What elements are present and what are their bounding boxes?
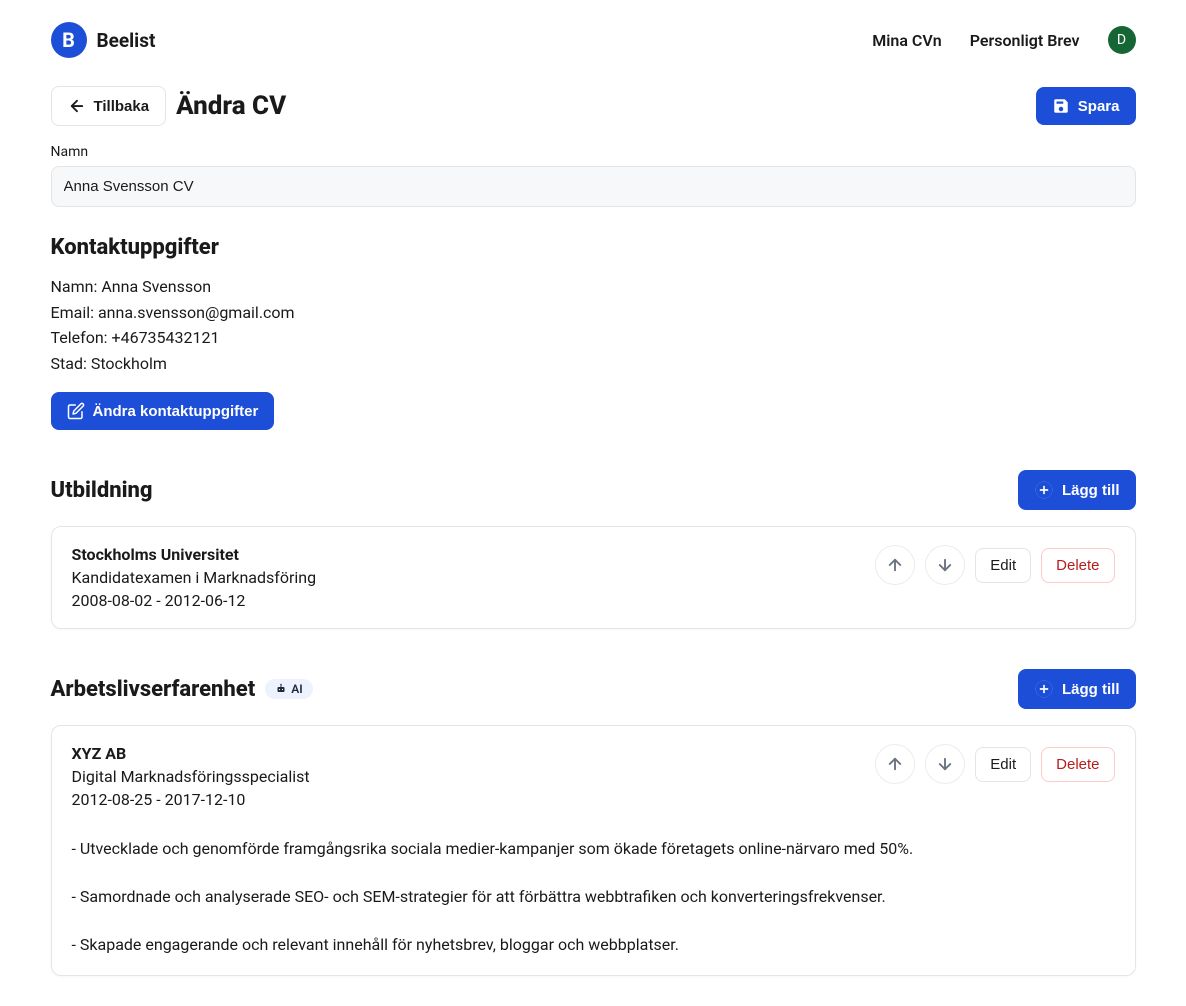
name-field-label: Namn bbox=[51, 144, 1136, 160]
ai-badge-label: AI bbox=[291, 682, 302, 696]
contact-phone-value: +46735432121 bbox=[112, 328, 220, 347]
edit-contact-label: Ändra kontaktuppgifter bbox=[93, 403, 259, 420]
experience-card-actions: Edit Delete bbox=[875, 744, 1114, 784]
add-education-label: Lägg till bbox=[1062, 482, 1120, 499]
navbar: B Beelist Mina CVn Personligt Brev D bbox=[51, 10, 1136, 86]
add-experience-label: Lägg till bbox=[1062, 681, 1120, 698]
education-school: Stockholms Universitet bbox=[72, 545, 876, 564]
experience-company: XYZ AB bbox=[72, 744, 876, 763]
name-input[interactable] bbox=[51, 166, 1136, 207]
education-card: Stockholms Universitet Kandidatexamen i … bbox=[51, 526, 1136, 629]
arrow-left-icon bbox=[68, 97, 86, 115]
experience-bullet: - Samordnade och analyserade SEO- och SE… bbox=[72, 885, 914, 909]
experience-move-up-button[interactable] bbox=[875, 744, 915, 784]
experience-role: Digital Marknadsföringsspecialist bbox=[72, 767, 876, 786]
education-edit-button[interactable]: Edit bbox=[975, 548, 1031, 583]
education-dates: 2008-08-02 - 2012-06-12 bbox=[72, 591, 876, 610]
experience-body: - Utvecklade och genomförde framgångsrik… bbox=[72, 837, 914, 957]
edit-contact-button[interactable]: Ändra kontaktuppgifter bbox=[51, 392, 275, 430]
contact-city-label: Stad: bbox=[51, 354, 87, 373]
contact-email-value: anna.svensson@gmail.com bbox=[98, 303, 295, 322]
contact-phone: Telefon: +46735432121 bbox=[51, 325, 1136, 351]
name-field-wrap: Namn bbox=[51, 144, 1136, 207]
experience-card-content: XYZ AB Digital Marknadsföringsspecialist… bbox=[72, 744, 876, 809]
experience-header: Arbetslivserfarenhet AI Lägg till bbox=[51, 669, 1136, 709]
contact-details: Namn: Anna Svensson Email: anna.svensson… bbox=[51, 274, 1136, 376]
add-education-button[interactable]: Lägg till bbox=[1018, 470, 1136, 510]
experience-delete-button[interactable]: Delete bbox=[1041, 747, 1114, 782]
nav-right: Mina CVn Personligt Brev D bbox=[872, 26, 1135, 54]
save-button-label: Spara bbox=[1078, 98, 1120, 115]
education-move-down-button[interactable] bbox=[925, 545, 965, 585]
contact-city-value: Stockholm bbox=[91, 354, 167, 373]
experience-dates: 2012-08-25 - 2017-12-10 bbox=[72, 790, 876, 809]
arrow-down-icon bbox=[936, 556, 954, 574]
back-button[interactable]: Tillbaka bbox=[51, 86, 167, 126]
contact-section-title: Kontaktuppgifter bbox=[51, 235, 1136, 260]
experience-move-down-button[interactable] bbox=[925, 744, 965, 784]
pen-square-icon bbox=[67, 402, 85, 420]
experience-card-top: XYZ AB Digital Marknadsföringsspecialist… bbox=[72, 744, 1115, 809]
header-left: Tillbaka Ändra CV bbox=[51, 86, 287, 126]
nav-link-personligt-brev[interactable]: Personligt Brev bbox=[970, 31, 1080, 50]
contact-name-value: Anna Svensson bbox=[101, 277, 211, 296]
arrow-up-icon bbox=[886, 556, 904, 574]
contact-phone-label: Telefon: bbox=[51, 328, 108, 347]
contact-name-label: Namn: bbox=[51, 277, 98, 296]
education-degree: Kandidatexamen i Marknadsföring bbox=[72, 568, 876, 587]
contact-name: Namn: Anna Svensson bbox=[51, 274, 1136, 300]
arrow-down-icon bbox=[936, 755, 954, 773]
contact-section: Kontaktuppgifter Namn: Anna Svensson Ema… bbox=[51, 235, 1136, 430]
logo-text: Beelist bbox=[97, 29, 156, 52]
contact-email: Email: anna.svensson@gmail.com bbox=[51, 300, 1136, 326]
avatar[interactable]: D bbox=[1108, 26, 1136, 54]
education-section-title: Utbildning bbox=[51, 478, 153, 503]
experience-section-title: Arbetslivserfarenhet bbox=[51, 677, 256, 702]
contact-email-label: Email: bbox=[51, 303, 94, 322]
robot-icon bbox=[275, 683, 287, 695]
plus-circle-icon bbox=[1034, 480, 1054, 500]
plus-circle-icon bbox=[1034, 679, 1054, 699]
experience-edit-button[interactable]: Edit bbox=[975, 747, 1031, 782]
logo-icon: B bbox=[51, 22, 87, 58]
experience-section: Arbetslivserfarenhet AI Lägg till XYZ AB… bbox=[51, 669, 1136, 976]
contact-city: Stad: Stockholm bbox=[51, 351, 1136, 377]
back-button-label: Tillbaka bbox=[94, 98, 150, 115]
arrow-up-icon bbox=[886, 755, 904, 773]
save-button[interactable]: Spara bbox=[1036, 87, 1136, 125]
nav-link-mina-cvn[interactable]: Mina CVn bbox=[872, 31, 941, 50]
logo[interactable]: B Beelist bbox=[51, 22, 156, 58]
education-card-actions: Edit Delete bbox=[875, 545, 1114, 585]
experience-card: XYZ AB Digital Marknadsföringsspecialist… bbox=[51, 725, 1136, 976]
save-icon bbox=[1052, 97, 1070, 115]
experience-header-left: Arbetslivserfarenhet AI bbox=[51, 677, 313, 702]
ai-badge[interactable]: AI bbox=[265, 679, 312, 699]
education-delete-button[interactable]: Delete bbox=[1041, 548, 1114, 583]
education-move-up-button[interactable] bbox=[875, 545, 915, 585]
education-card-content: Stockholms Universitet Kandidatexamen i … bbox=[72, 545, 876, 610]
experience-bullet: - Skapade engagerande och relevant inneh… bbox=[72, 933, 914, 957]
experience-bullet: - Utvecklade och genomförde framgångsrik… bbox=[72, 837, 914, 861]
header-row: Tillbaka Ändra CV Spara bbox=[51, 86, 1136, 126]
add-experience-button[interactable]: Lägg till bbox=[1018, 669, 1136, 709]
page-title: Ändra CV bbox=[176, 91, 286, 121]
education-header: Utbildning Lägg till bbox=[51, 470, 1136, 510]
education-section: Utbildning Lägg till Stockholms Universi… bbox=[51, 470, 1136, 629]
